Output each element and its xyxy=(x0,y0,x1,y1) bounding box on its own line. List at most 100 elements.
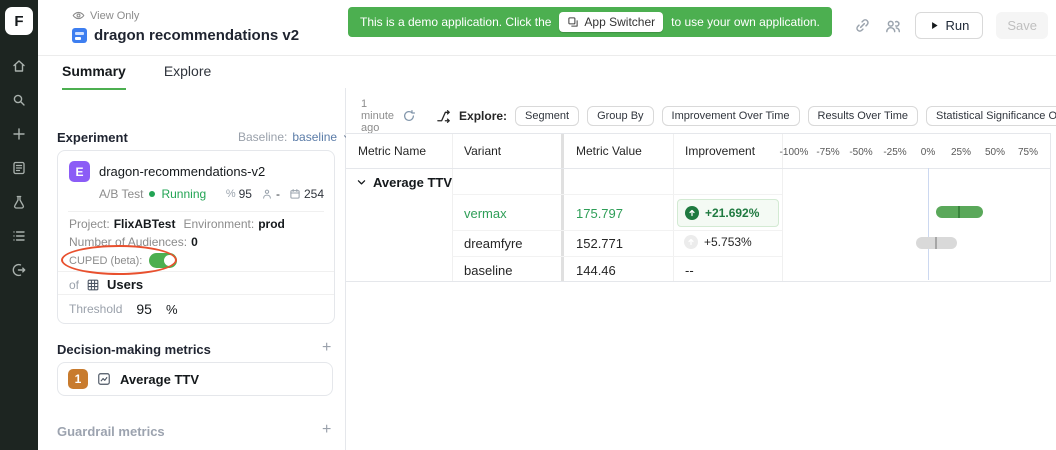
column-divider-thick[interactable] xyxy=(561,134,564,281)
metric-group-row[interactable]: Average TTV xyxy=(356,175,452,190)
tab-explore[interactable]: Explore xyxy=(164,63,211,90)
document-icon[interactable] xyxy=(11,160,27,176)
plus-icon[interactable] xyxy=(11,126,27,142)
metric-value: 144.46 xyxy=(576,263,616,278)
status-dot xyxy=(149,191,155,197)
threshold-value[interactable]: 95 xyxy=(136,301,152,317)
unit-selector[interactable]: Users xyxy=(107,277,143,292)
metric-chart-icon xyxy=(97,372,111,386)
chevron-expand-icon xyxy=(356,177,367,188)
app-switcher-icon xyxy=(567,16,579,28)
variant-name[interactable]: vermax xyxy=(464,206,507,221)
logout-icon[interactable] xyxy=(11,262,27,278)
percent-icon: % xyxy=(226,188,236,200)
run-button[interactable]: Run xyxy=(915,12,984,39)
app-logo[interactable]: F xyxy=(5,7,33,35)
environment-label: Environment: xyxy=(183,217,254,231)
baseline-selector[interactable]: Baseline: baseline xyxy=(238,130,352,144)
refresh-icon[interactable] xyxy=(402,109,416,123)
experiment-heading: Experiment xyxy=(57,130,128,145)
decision-metric-item[interactable]: 1 Average TTV xyxy=(57,362,333,396)
explore-label: Explore: xyxy=(459,109,507,123)
view-only-indicator: View Only xyxy=(72,9,139,22)
save-button[interactable]: Save xyxy=(996,12,1048,39)
results-table: Metric Name Variant Metric Value Improve… xyxy=(346,133,1051,282)
improvement-cell-neutral: +5.753% xyxy=(684,235,752,249)
experiment-type: A/B Test xyxy=(99,187,143,201)
tab-bar: Summary Explore xyxy=(62,63,211,90)
project-label: Project: xyxy=(69,217,110,231)
metric-group-label: Average TTV xyxy=(373,175,452,190)
grid-icon xyxy=(86,278,100,292)
axis-tick: -100% xyxy=(780,147,809,158)
calendar-icon xyxy=(289,188,301,200)
improvement-value: -- xyxy=(685,263,694,278)
cuped-toggle[interactable] xyxy=(149,253,177,268)
col-header-variant: Variant xyxy=(464,144,501,158)
axis-tick: -75% xyxy=(816,147,839,158)
eye-icon xyxy=(72,9,85,22)
col-header-improvement: Improvement xyxy=(685,144,755,158)
axis-tick: 75% xyxy=(1018,147,1038,158)
axis-tick: -25% xyxy=(883,147,906,158)
metric-index-badge: 1 xyxy=(68,369,88,389)
chip-statistical-significance[interactable]: Statistical Significance Over Time xyxy=(926,106,1056,126)
days-count: 254 xyxy=(304,187,324,201)
axis-tick: 25% xyxy=(951,147,971,158)
flask-icon[interactable] xyxy=(11,194,27,210)
run-button-label: Run xyxy=(946,18,970,33)
improvement-value: +21.692% xyxy=(705,206,759,220)
last-updated: 1 minute ago xyxy=(361,98,394,134)
row-divider xyxy=(452,194,782,195)
app-switcher-button[interactable]: App Switcher xyxy=(559,12,663,32)
axis-tick: 50% xyxy=(985,147,1005,158)
baseline-label: Baseline: xyxy=(238,130,287,144)
add-guardrail-metric-button[interactable]: + xyxy=(322,423,331,437)
card-divider xyxy=(68,211,324,212)
tab-summary[interactable]: Summary xyxy=(62,63,126,90)
improvement-cell-positive[interactable]: +21.692% xyxy=(677,199,779,227)
play-icon xyxy=(929,20,940,31)
card-divider xyxy=(58,294,334,295)
experiment-name: dragon-recommendations-v2 xyxy=(99,164,265,179)
home-icon[interactable] xyxy=(11,58,27,74)
variant-name[interactable]: baseline xyxy=(464,263,512,278)
ci-bar-vermax[interactable] xyxy=(936,206,983,218)
chip-improvement-over-time[interactable]: Improvement Over Time xyxy=(662,106,800,126)
improvement-value: +5.753% xyxy=(704,235,752,249)
ci-mean-tick xyxy=(958,206,960,218)
column-divider xyxy=(452,134,453,281)
project-value: FlixABTest xyxy=(114,217,176,231)
card-divider xyxy=(58,271,334,272)
audiences-label: Number of Audiences: xyxy=(69,235,187,249)
axis-tick: -50% xyxy=(849,147,872,158)
banner-text-before: This is a demo application. Click the xyxy=(360,15,551,29)
chip-group-by[interactable]: Group By xyxy=(587,106,653,126)
ci-bar-dreamfyre[interactable] xyxy=(916,237,957,249)
app-switcher-label: App Switcher xyxy=(584,15,655,29)
search-icon[interactable] xyxy=(11,92,27,108)
audiences-value: 0 xyxy=(191,235,198,249)
metric-value: 152.771 xyxy=(576,236,623,251)
col-header-metric-value: Metric Value xyxy=(576,144,642,158)
users-icon[interactable] xyxy=(884,17,902,35)
experiment-card[interactable]: E dragon-recommendations-v2 A/B Test Run… xyxy=(57,150,335,324)
chip-results-over-time[interactable]: Results Over Time xyxy=(808,106,918,126)
baseline-value: baseline xyxy=(292,130,337,144)
row-divider xyxy=(452,256,782,257)
threshold-label: Threshold xyxy=(69,302,122,316)
share-link-icon[interactable] xyxy=(854,17,871,34)
toggle-knob xyxy=(164,255,175,266)
axis-tick: 0% xyxy=(921,147,935,158)
chip-segment[interactable]: Segment xyxy=(515,106,579,126)
experiment-icon xyxy=(72,28,87,43)
variant-name[interactable]: dreamfyre xyxy=(464,236,523,251)
of-label: of xyxy=(69,278,79,292)
neutral-circle-icon xyxy=(684,235,698,249)
add-decision-metric-button[interactable]: + xyxy=(322,341,331,355)
ci-mean-tick xyxy=(935,237,937,249)
left-rail: F xyxy=(0,0,38,450)
banner-text-after: to use your own application. xyxy=(671,15,820,29)
metric-name: Average TTV xyxy=(120,372,199,387)
list-icon[interactable] xyxy=(11,228,27,244)
